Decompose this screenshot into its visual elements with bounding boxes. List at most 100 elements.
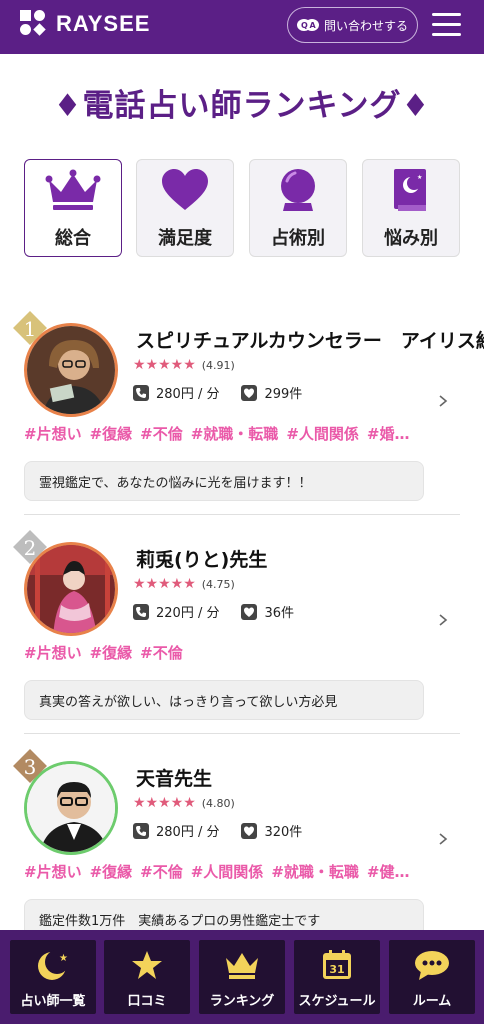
tag[interactable]: #復縁	[90, 644, 133, 662]
page-title: ♦電話占い師ランキング♦	[53, 88, 431, 124]
price: 220円 / 分	[156, 606, 220, 621]
tag[interactable]: #復縁	[90, 863, 133, 881]
chevron-right-icon[interactable]	[437, 395, 449, 407]
crystal-ball-icon	[250, 166, 346, 214]
teller-name[interactable]: 莉兎(りと)先生	[136, 545, 267, 572]
tab-concern[interactable]: ★ 悩み別	[362, 159, 460, 257]
contact-button[interactable]: Q A 問い合わせする	[287, 7, 418, 43]
moon-star-icon: ★	[10, 948, 96, 982]
tag-list: #片想い #復縁 #不倫 #就職・転職 #人間関係 #婚…	[24, 423, 424, 444]
like-count: 299件	[264, 387, 303, 402]
rating: ★★★★★ (4.91)	[133, 357, 235, 373]
teller-name[interactable]: 天音先生	[136, 764, 212, 791]
tag[interactable]: #片想い	[24, 644, 82, 662]
svg-text:2: 2	[24, 536, 37, 560]
tab-divination[interactable]: 占術別	[249, 159, 347, 257]
calendar-icon: 31	[294, 948, 380, 982]
rank-badge-silver: 2	[11, 528, 49, 566]
tag[interactable]: #片想い	[24, 425, 82, 443]
nav-reviews[interactable]: 口コミ	[104, 940, 190, 1014]
star-rating-icon: ★★★★★	[133, 576, 196, 592]
teller-message: 霊視鑑定で、あなたの悩みに光を届けます！！	[24, 461, 424, 501]
rating: ★★★★★ (4.75)	[133, 576, 235, 592]
svg-text:★: ★	[59, 953, 68, 964]
rank-badge-bronze: 3	[11, 747, 49, 785]
star-icon	[104, 948, 190, 982]
phone-icon	[133, 603, 149, 620]
tag[interactable]: #不倫	[140, 425, 183, 443]
nav-schedule[interactable]: 31 スケジュール	[294, 940, 380, 1014]
contact-label: 問い合わせする	[323, 18, 408, 33]
ranking-tabs: 総合 満足度 占術別 ★ 悩み別	[24, 159, 460, 257]
tab-concern-label: 悩み別	[384, 228, 438, 249]
nav-label: 占い師一覧	[20, 994, 86, 1009]
divider	[24, 733, 460, 734]
teller-name[interactable]: スピリチュアルカウンセラー アイリス絵	[136, 326, 484, 353]
price: 280円 / 分	[156, 387, 220, 402]
svg-text:★: ★	[417, 174, 422, 181]
nav-label: ランキング	[209, 994, 275, 1009]
svg-text:A: A	[309, 21, 316, 30]
tag[interactable]: #復縁	[90, 425, 133, 443]
tag[interactable]: #就職・転職	[191, 425, 279, 443]
logo-text: RAYSEE	[56, 10, 151, 36]
crown-icon	[25, 166, 121, 214]
divider	[24, 514, 460, 515]
heart-count-icon	[241, 822, 258, 839]
tag[interactable]: #人間関係	[191, 863, 264, 881]
rating-value: (4.80)	[201, 796, 235, 810]
rating-value: (4.91)	[201, 358, 235, 372]
qa-bubble-icon: Q A	[296, 18, 319, 32]
fortune-teller-card[interactable]: 1 スピリチュアルカウンセラー アイリス絵 ★★★★★ (4.91) 280円 …	[0, 295, 484, 513]
tag[interactable]: #就職・転職	[271, 863, 359, 881]
tab-satisfaction-label: 満足度	[158, 228, 212, 249]
teller-meta: 280円 / 分 299件	[133, 383, 302, 402]
teller-meta: 220円 / 分 36件	[133, 602, 294, 621]
app-header: RAYSEE Q A 問い合わせする	[0, 0, 484, 54]
heart-icon	[137, 166, 233, 214]
tab-satisfaction[interactable]: 満足度	[136, 159, 234, 257]
hamburger-menu-icon[interactable]	[432, 13, 461, 37]
nav-label: ルーム	[412, 994, 452, 1009]
tab-overall-label: 総合	[55, 228, 91, 249]
price: 280円 / 分	[156, 825, 220, 840]
nav-label: 口コミ	[127, 994, 167, 1009]
like-count: 36件	[264, 606, 295, 621]
teller-message: 真実の答えが欲しい、はっきり言って欲しい方必見	[24, 680, 424, 720]
tag-list: #片想い #復縁 #不倫 #人間関係 #就職・転職 #健…	[24, 861, 424, 882]
tag[interactable]: #片想い	[24, 863, 82, 881]
chevron-right-icon[interactable]	[437, 614, 449, 626]
star-rating-icon: ★★★★★	[133, 795, 196, 811]
rating-value: (4.75)	[201, 577, 235, 591]
tag[interactable]: #人間関係	[286, 425, 359, 443]
svg-text:Q: Q	[301, 21, 308, 30]
fortune-teller-card[interactable]: 2 莉兎(りと)先生 ★★★★★ (4.75) 220円 / 分 36件 #片想…	[0, 514, 484, 732]
nav-ranking[interactable]: ランキング	[199, 940, 285, 1014]
raysee-logo[interactable]: RAYSEE	[20, 10, 150, 37]
nav-room[interactable]: ルーム	[389, 940, 475, 1014]
heart-count-icon	[241, 603, 258, 620]
tab-divination-label: 占術別	[271, 228, 325, 249]
crown-icon	[199, 948, 285, 982]
tag-list: #片想い #復縁 #不倫	[24, 642, 424, 663]
logo-mark-icon	[20, 10, 47, 37]
svg-text:3: 3	[24, 755, 37, 779]
bottom-nav: ★ 占い師一覧 口コミ ランキング 31 スケジュール ルーム	[0, 930, 484, 1024]
tag[interactable]: #婚…	[367, 425, 410, 443]
tag[interactable]: #健…	[367, 863, 410, 881]
tab-overall[interactable]: 総合	[24, 159, 122, 257]
heart-count-icon	[241, 384, 258, 401]
chevron-right-icon[interactable]	[437, 833, 449, 845]
tag[interactable]: #不倫	[140, 863, 183, 881]
rank-badge-gold: 1	[11, 309, 49, 347]
phone-icon	[133, 384, 149, 401]
nav-fortune-teller-list[interactable]: ★ 占い師一覧	[10, 940, 96, 1014]
star-rating-icon: ★★★★★	[133, 357, 196, 373]
svg-text:1: 1	[24, 317, 37, 341]
tag[interactable]: #不倫	[140, 644, 183, 662]
fortune-teller-card[interactable]: 3 天音先生 ★★★★★ (4.80) 280円 / 分 320件 #片想い #復…	[0, 733, 484, 951]
svg-text:31: 31	[329, 963, 344, 976]
phone-icon	[133, 822, 149, 839]
teller-meta: 280円 / 分 320件	[133, 821, 302, 840]
book-icon: ★	[363, 166, 459, 214]
